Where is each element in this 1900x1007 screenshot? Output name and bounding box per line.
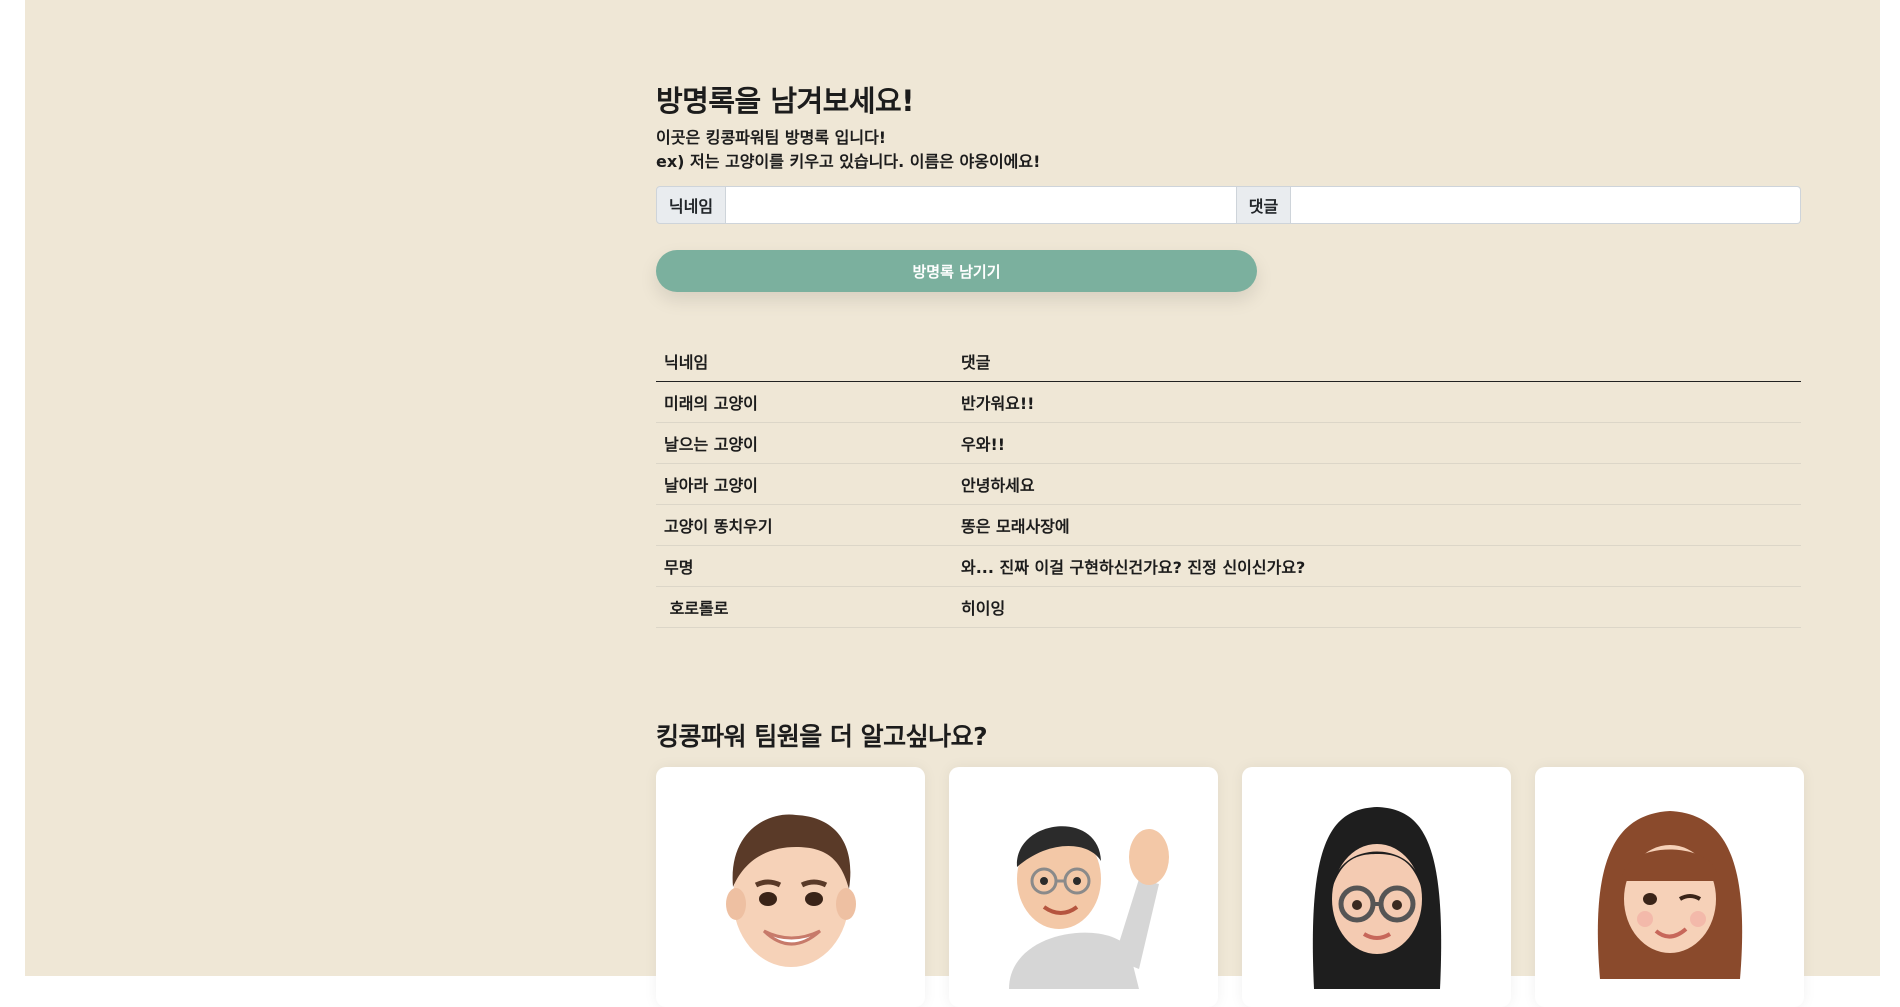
memoji-girl-glasses-icon xyxy=(1312,807,1441,989)
table-row: 호로롤로 히이잉 xyxy=(656,586,1801,628)
nickname-input[interactable] xyxy=(726,186,1237,224)
table-row: 무명 와... 진짜 이걸 구현하신건가요? 진정 신이신가요? xyxy=(656,545,1801,587)
team-member-card[interactable] xyxy=(656,767,925,1007)
submit-guestbook-button[interactable]: 방명록 남기기 xyxy=(656,250,1257,292)
row-comment: 똥은 모래사장에 xyxy=(953,504,1801,546)
team-cards xyxy=(656,767,1804,1007)
team-member-card[interactable] xyxy=(949,767,1218,1007)
table-row: 날으는 고양이 우와!! xyxy=(656,422,1801,464)
memoji-girl-winking-icon xyxy=(1597,811,1742,979)
row-nickname: 호로롤로 xyxy=(656,586,953,628)
memoji-man-smiling-icon xyxy=(725,814,856,967)
table-row: 고양이 똥치우기 똥은 모래사장에 xyxy=(656,504,1801,546)
row-comment: 우와!! xyxy=(953,422,1801,464)
page-title: 방명록을 남겨보세요! xyxy=(656,84,914,118)
row-nickname: 날아라 고양이 xyxy=(656,463,953,505)
nickname-label: 닉네임 xyxy=(656,186,726,224)
team-member-card[interactable] xyxy=(1535,767,1804,1007)
team-member-card[interactable] xyxy=(1242,767,1511,1007)
comment-label: 댓글 xyxy=(1237,186,1291,224)
guestbook-description: 이곳은 킹콩파워팀 방명록 입니다! xyxy=(656,128,887,147)
table-row: 날아라 고양이 안녕하세요 xyxy=(656,463,1801,505)
header-comment: 댓글 xyxy=(953,341,1801,382)
row-nickname: 무명 xyxy=(656,545,953,587)
table-row: 미래의 고양이 반가워요!! xyxy=(656,381,1801,423)
row-comment: 와... 진짜 이걸 구현하신건가요? 진정 신이신가요? xyxy=(953,545,1801,587)
row-nickname: 미래의 고양이 xyxy=(656,381,953,423)
team-section-title: 킹콩파워 팀원을 더 알고싶나요? xyxy=(656,722,988,751)
row-comment: 반가워요!! xyxy=(953,381,1801,423)
guestbook-table: 닉네임 댓글 미래의 고양이 반가워요!! 날으는 고양이 우와!! 날아라 고… xyxy=(656,341,1801,628)
page-background: 방명록을 남겨보세요! 이곳은 킹콩파워팀 방명록 입니다! ex) 저는 고양… xyxy=(25,0,1880,1007)
row-comment: 히이잉 xyxy=(953,586,1801,628)
row-comment: 안녕하세요 xyxy=(953,463,1801,505)
guestbook-form: 닉네임 댓글 xyxy=(656,186,1801,224)
row-nickname: 날으는 고양이 xyxy=(656,422,953,464)
comment-input[interactable] xyxy=(1291,186,1801,224)
row-nickname: 고양이 똥치우기 xyxy=(656,504,953,546)
memoji-boy-waving-icon xyxy=(1008,826,1169,989)
guestbook-example: ex) 저는 고양이를 키우고 있습니다. 이름은 야옹이에요! xyxy=(656,152,1041,171)
table-header-row: 닉네임 댓글 xyxy=(656,341,1801,382)
header-nickname: 닉네임 xyxy=(656,341,953,382)
